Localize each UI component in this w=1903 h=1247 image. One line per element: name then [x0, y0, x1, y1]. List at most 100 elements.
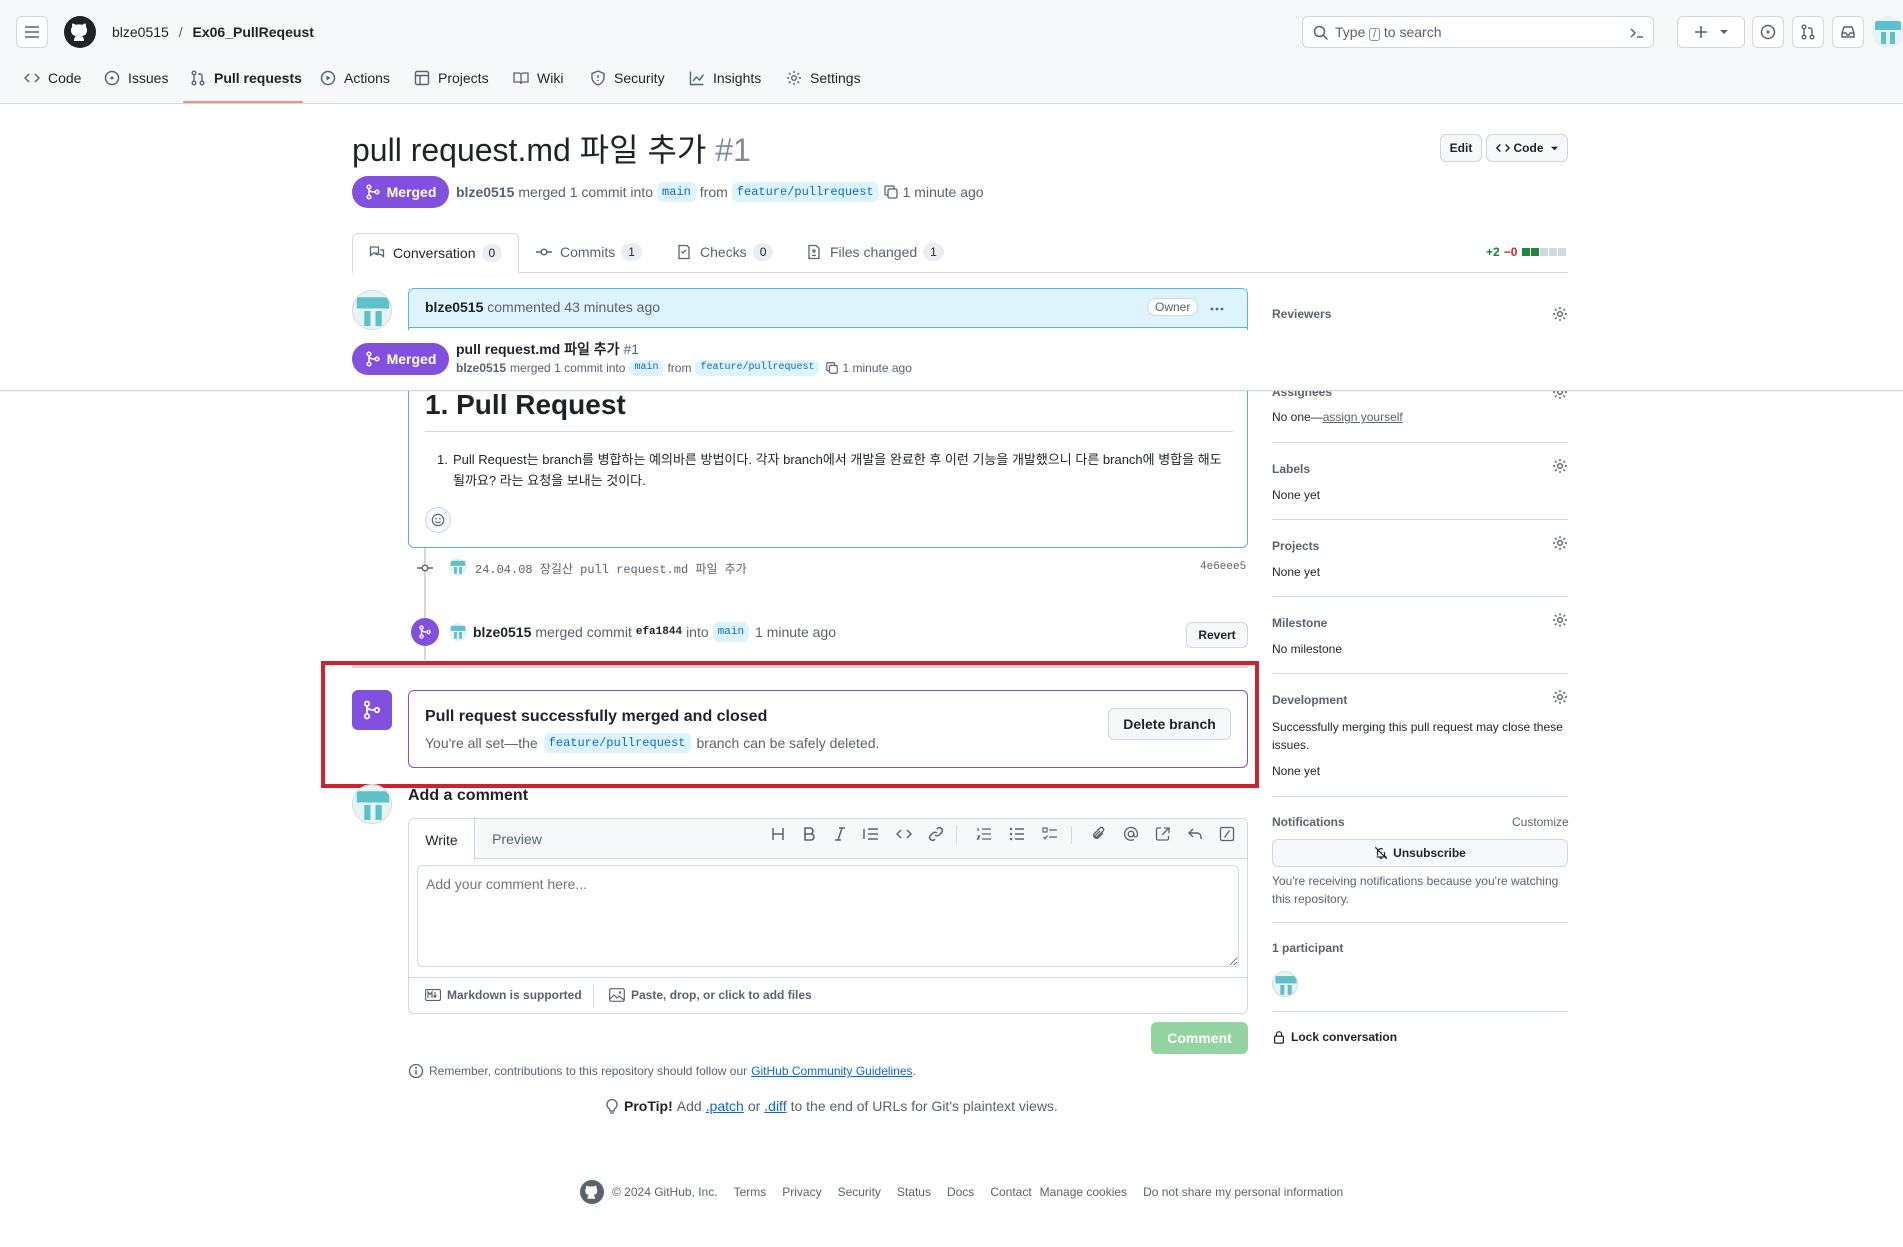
italic-icon[interactable]	[832, 826, 848, 842]
tab-insights[interactable]: Insights	[689, 70, 761, 86]
sidebar-labels-label[interactable]: Labels	[1272, 462, 1310, 476]
guidelines-link[interactable]: GitHub Community Guidelines	[751, 1064, 912, 1078]
reply-icon[interactable]	[1187, 826, 1203, 842]
tab-files-changed[interactable]: Files changed 1	[806, 243, 944, 261]
delete-branch-button[interactable]: Delete branch	[1108, 708, 1231, 740]
footer-link-contact[interactable]: Contact	[990, 1185, 1031, 1199]
pr-author[interactable]: blze0515	[456, 181, 514, 203]
issues-button[interactable]	[1752, 16, 1784, 48]
base-branch[interactable]: main	[656, 182, 696, 202]
add-reaction-button[interactable]	[425, 507, 451, 533]
sidebar-reviewers-label[interactable]: Reviewers	[1272, 307, 1331, 321]
tab-wiki[interactable]: Wiki	[513, 70, 563, 86]
commit-author-avatar[interactable]	[449, 558, 467, 576]
sidebar-projects-label[interactable]: Projects	[1272, 539, 1319, 553]
sticky-base-branch[interactable]: main	[629, 360, 664, 376]
tab-issues[interactable]: Issues	[104, 70, 168, 86]
commit-message[interactable]: 24.04.08 장길산 pull request.md 파일 추가	[475, 560, 747, 577]
tab-actions[interactable]: Actions	[320, 70, 390, 86]
protip-patch-link[interactable]: .patch	[706, 1098, 744, 1114]
bold-icon[interactable]	[801, 826, 817, 842]
notifications-customize-link[interactable]: Customize	[1512, 815, 1569, 829]
breadcrumb-owner[interactable]: blze0515	[112, 24, 169, 40]
comment-author-avatar[interactable]	[352, 290, 392, 330]
copy-icon[interactable]	[883, 184, 899, 200]
copy-icon[interactable]	[825, 361, 839, 375]
protip-diff-link[interactable]: .diff	[764, 1098, 786, 1114]
code-dropdown-button[interactable]: Code	[1486, 134, 1568, 162]
footer-link-privacy[interactable]: Privacy	[782, 1185, 821, 1199]
sidebar-milestone-label[interactable]: Milestone	[1272, 616, 1327, 630]
menu-button[interactable]	[16, 16, 48, 48]
github-mark-icon[interactable]	[580, 1180, 604, 1204]
kebab-horizontal-icon[interactable]	[1209, 301, 1225, 317]
tasklist-icon[interactable]	[1042, 826, 1058, 842]
revert-button[interactable]: Revert	[1186, 622, 1248, 648]
merge-branch[interactable]: main	[712, 622, 750, 642]
sticky-title[interactable]: pull request.md 파일 추가	[456, 341, 620, 357]
github-logo[interactable]	[64, 16, 96, 48]
command-palette-icon[interactable]	[1629, 25, 1645, 41]
pull-requests-button[interactable]	[1792, 16, 1824, 48]
paperclip-icon[interactable]	[1091, 826, 1107, 842]
heading-icon[interactable]	[770, 826, 786, 842]
create-new-button[interactable]	[1677, 16, 1745, 48]
comment-author[interactable]: blze0515	[425, 299, 483, 315]
user-avatar[interactable]	[1872, 16, 1903, 48]
tab-projects[interactable]: Projects	[414, 70, 489, 86]
gear-icon[interactable]	[1552, 612, 1568, 628]
assign-yourself-link[interactable]: assign yourself	[1323, 410, 1403, 424]
comment-textarea[interactable]	[417, 865, 1239, 967]
footer-link-terms[interactable]: Terms	[734, 1185, 767, 1199]
breadcrumb-repo[interactable]: Ex06_PullReqeust	[193, 24, 314, 40]
quote-icon[interactable]	[863, 826, 879, 842]
tab-preview[interactable]: Preview	[477, 819, 557, 859]
footer-link-manage-cookies[interactable]: Manage cookies	[1040, 1185, 1127, 1199]
comment-body-item: 1. Pull Request는 branch를 병합하는 예의바른 방법이다.…	[437, 449, 1227, 491]
sticky-head-branch[interactable]: feature/pullrequest	[695, 360, 820, 376]
tab-settings[interactable]: Settings	[786, 70, 861, 86]
inbox-button[interactable]	[1832, 16, 1864, 48]
merge-author-avatar[interactable]	[449, 623, 467, 641]
tab-write[interactable]: Write	[409, 819, 475, 860]
merge-author[interactable]: blze0515	[473, 624, 531, 640]
cross-reference-icon[interactable]	[1155, 826, 1171, 842]
footer-link-security[interactable]: Security	[838, 1185, 881, 1199]
tab-code[interactable]: Code	[24, 70, 81, 86]
commit-sha[interactable]: 4e6eee5	[1200, 561, 1246, 573]
merge-commit-sha[interactable]: efa1844	[636, 626, 682, 638]
tab-pull-requests[interactable]: Pull requests	[190, 70, 302, 86]
toolbar-divider	[1071, 826, 1072, 844]
attach-files[interactable]: Paste, drop, or click to add files	[609, 988, 812, 1002]
code-icon[interactable]	[896, 826, 912, 842]
sticky-author[interactable]: blze0515	[456, 361, 506, 375]
head-branch[interactable]: feature/pullrequest	[731, 182, 879, 202]
footer-link-do-not-share[interactable]: Do not share my personal information	[1143, 1185, 1343, 1199]
tab-checks[interactable]: Checks 0	[676, 243, 774, 261]
slash-command-icon[interactable]	[1219, 826, 1235, 842]
merge-box-branch[interactable]: feature/pullrequest	[543, 733, 691, 753]
gear-icon[interactable]	[1552, 306, 1568, 322]
edit-title-button[interactable]: Edit	[1440, 134, 1482, 162]
gear-icon[interactable]	[1552, 535, 1568, 551]
unsubscribe-button[interactable]: Unsubscribe	[1272, 839, 1568, 867]
tab-commits[interactable]: Commits 1	[536, 243, 642, 261]
sticky-from-text: from	[667, 361, 692, 375]
list-unordered-icon[interactable]	[1009, 826, 1025, 842]
markdown-note[interactable]: Markdown is supported	[425, 988, 582, 1002]
list-ordered-icon[interactable]	[976, 826, 992, 842]
lock-conversation[interactable]: Lock conversation	[1272, 1030, 1397, 1044]
tab-conversation[interactable]: Conversation 0	[352, 233, 519, 273]
sidebar-development-label[interactable]: Development	[1272, 693, 1347, 707]
tab-security[interactable]: Security	[590, 70, 665, 86]
gear-icon[interactable]	[1552, 689, 1568, 705]
footer-link-status[interactable]: Status	[897, 1185, 931, 1199]
link-icon[interactable]	[928, 826, 944, 842]
footer-link-docs[interactable]: Docs	[947, 1185, 974, 1199]
new-comment-avatar[interactable]	[352, 784, 392, 824]
comment-submit-button[interactable]: Comment	[1151, 1022, 1248, 1054]
gear-icon[interactable]	[1552, 458, 1568, 474]
participant-avatar[interactable]	[1272, 971, 1298, 997]
search-input[interactable]: Type / to search	[1302, 16, 1654, 48]
mention-icon[interactable]	[1123, 826, 1139, 842]
